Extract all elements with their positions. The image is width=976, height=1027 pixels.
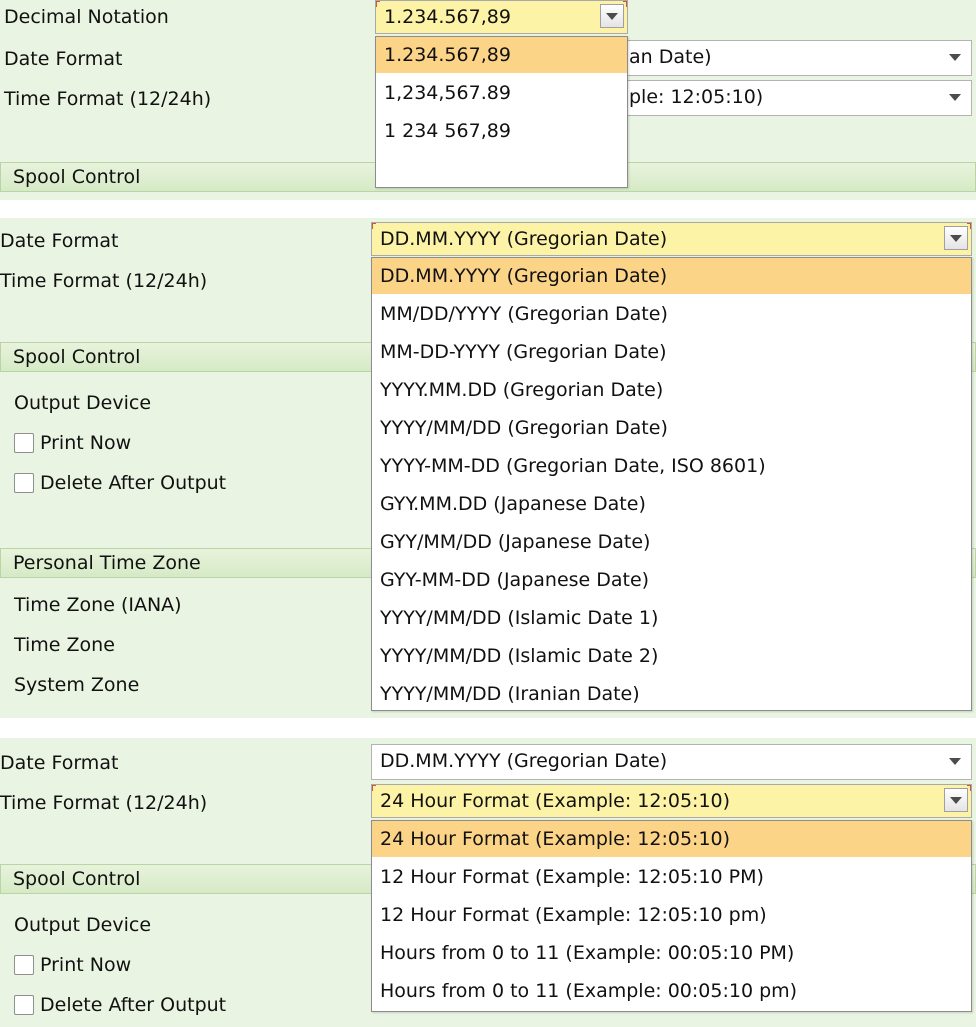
- print-now-label[interactable]: Print Now: [40, 430, 131, 456]
- decimal-notation-dropdown: 1.234.567,89 1,234,567.89 1 234 567,89: [375, 36, 628, 188]
- time-option[interactable]: Hours from 0 to 11 (Example: 00:05:10 pm…: [372, 973, 971, 1009]
- time-format-partial-value: ple: 12:05:10): [629, 86, 764, 108]
- output-device-label: Output Device: [14, 914, 152, 936]
- date-option[interactable]: GYY/MM/DD (Japanese Date): [372, 524, 971, 560]
- date-format-value: DD.MM.YYYY (Gregorian Date): [380, 750, 668, 772]
- date-format-select[interactable]: DD.MM.YYYY (Gregorian Date): [371, 744, 972, 780]
- settings-panel-date: Date Format DD.MM.YYYY (Gregorian Date) …: [0, 218, 976, 718]
- date-format-select[interactable]: an Date): [600, 40, 972, 76]
- chevron-down-icon: [949, 758, 961, 765]
- time-format-dropdown: 24 Hour Format (Example: 12:05:10) 12 Ho…: [371, 820, 972, 1012]
- time-option[interactable]: 12 Hour Format (Example: 12:05:10 pm): [372, 897, 971, 933]
- date-option[interactable]: GYY.MM.DD (Japanese Date): [372, 486, 971, 522]
- delete-after-output-checkbox[interactable]: [14, 473, 34, 493]
- date-option[interactable]: YYYY.MM.DD (Gregorian Date): [372, 372, 971, 408]
- time-zone-iana-label: Time Zone (IANA): [14, 594, 182, 616]
- date-format-value: DD.MM.YYYY (Gregorian Date): [380, 228, 668, 250]
- date-format-label: Date Format: [0, 230, 119, 252]
- decimal-notation-select[interactable]: 1.234.567,89: [375, 0, 628, 34]
- decimal-notation-value: 1.234.567,89: [384, 6, 511, 28]
- chevron-down-icon: [606, 13, 618, 20]
- date-option[interactable]: YYYY/MM/DD (Gregorian Date): [372, 410, 971, 446]
- decimal-option[interactable]: 1,234,567.89: [376, 75, 627, 111]
- time-option[interactable]: 12 Hour Format (Example: 12:05:10 PM): [372, 859, 971, 895]
- time-format-label: Time Format (12/24h): [0, 270, 208, 292]
- settings-panel-time: Date Format DD.MM.YYYY (Gregorian Date) …: [0, 738, 976, 1027]
- date-format-dropdown: DD.MM.YYYY (Gregorian Date) MM/DD/YYYY (…: [371, 257, 972, 711]
- date-option[interactable]: YYYY/MM/DD (Iranian Date): [372, 676, 971, 712]
- delete-after-output-label[interactable]: Delete After Output: [40, 992, 226, 1018]
- date-option[interactable]: YYYY/MM/DD (Islamic Date 1): [372, 600, 971, 636]
- settings-panel-decimal: Decimal Notation 1.234.567,89 Date Forma…: [0, 0, 976, 200]
- date-format-select[interactable]: DD.MM.YYYY (Gregorian Date): [371, 222, 972, 256]
- date-option[interactable]: DD.MM.YYYY (Gregorian Date): [372, 258, 971, 294]
- chevron-down-icon: [949, 94, 961, 101]
- time-format-label: Time Format (12/24h): [0, 792, 208, 814]
- date-format-partial-value: an Date): [629, 46, 712, 68]
- decimal-option[interactable]: 1 234 567,89: [376, 113, 627, 149]
- date-dropdown-button[interactable]: [944, 226, 968, 250]
- date-option[interactable]: MM/DD/YYYY (Gregorian Date): [372, 296, 971, 332]
- decimal-dropdown-button[interactable]: [600, 4, 624, 28]
- print-now-label[interactable]: Print Now: [40, 952, 131, 978]
- date-format-label: Date Format: [4, 48, 123, 70]
- system-zone-label: System Zone: [14, 674, 140, 696]
- output-device-label: Output Device: [14, 392, 152, 414]
- delete-after-output-checkbox[interactable]: [14, 995, 34, 1015]
- time-format-label: Time Format (12/24h): [4, 88, 212, 110]
- time-format-select[interactable]: 24 Hour Format (Example: 12:05:10): [371, 784, 972, 818]
- date-format-label: Date Format: [0, 752, 119, 774]
- time-dropdown-button[interactable]: [944, 788, 968, 812]
- time-option[interactable]: 24 Hour Format (Example: 12:05:10): [372, 821, 971, 857]
- chevron-down-icon: [949, 54, 961, 61]
- time-format-select[interactable]: ple: 12:05:10): [600, 80, 972, 116]
- print-now-checkbox[interactable]: [14, 433, 34, 453]
- delete-after-output-label[interactable]: Delete After Output: [40, 470, 226, 496]
- decimal-notation-label: Decimal Notation: [4, 6, 169, 28]
- date-option[interactable]: YYYY/MM/DD (Islamic Date 2): [372, 638, 971, 674]
- decimal-option[interactable]: 1.234.567,89: [376, 37, 627, 73]
- time-option[interactable]: Hours from 0 to 11 (Example: 00:05:10 PM…: [372, 935, 971, 971]
- time-format-value: 24 Hour Format (Example: 12:05:10): [380, 790, 731, 812]
- chevron-down-icon: [950, 797, 962, 804]
- print-now-checkbox[interactable]: [14, 955, 34, 975]
- date-option[interactable]: MM-DD-YYYY (Gregorian Date): [372, 334, 971, 370]
- date-option[interactable]: YYYY-MM-DD (Gregorian Date, ISO 8601): [372, 448, 971, 484]
- chevron-down-icon: [950, 235, 962, 242]
- date-option[interactable]: GYY-MM-DD (Japanese Date): [372, 562, 971, 598]
- time-zone-label: Time Zone: [14, 634, 115, 656]
